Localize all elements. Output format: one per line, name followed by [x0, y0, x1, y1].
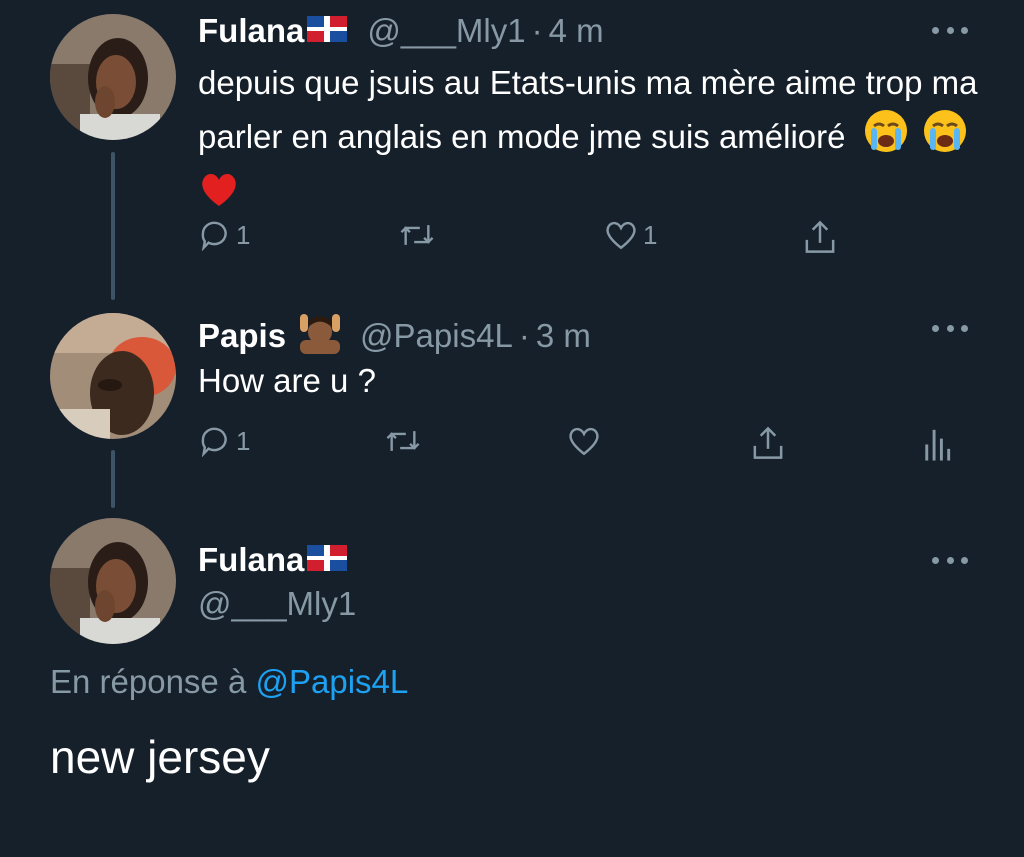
thread-line: [111, 152, 115, 300]
focused-tweet-text: new jersey: [50, 731, 270, 783]
timestamp[interactable]: 3 m: [536, 317, 591, 355]
tweet-actions: 1 1: [198, 218, 858, 258]
reply-count: 1: [236, 219, 251, 250]
tweet-header: Fulana: [198, 541, 367, 579]
red-heart-icon: [198, 168, 240, 224]
handle[interactable]: @Papis4L: [360, 317, 513, 355]
display-name[interactable]: Papis: [198, 317, 286, 355]
share-button[interactable]: [750, 424, 786, 462]
retweet-icon: [386, 431, 420, 451]
heart-icon: [606, 221, 636, 250]
tweet-header: Papis @Papis4L · 3 m: [198, 310, 591, 362]
avatar[interactable]: [50, 518, 176, 644]
reply-button[interactable]: 1: [198, 424, 250, 458]
reply-target-link[interactable]: @Papis4L: [255, 663, 408, 700]
reply-icon: [201, 221, 227, 252]
reply-context: En réponse à @Papis4L: [50, 663, 409, 700]
avatar[interactable]: [50, 14, 176, 140]
crying-face-icon: [863, 108, 909, 168]
share-icon: [753, 426, 783, 459]
analytics-button[interactable]: [922, 424, 952, 462]
analytics-icon: [925, 429, 951, 461]
retweet-icon: [400, 225, 434, 245]
display-name[interactable]: Fulana: [198, 541, 304, 579]
tweet-text: depuis que jsuis au Etats-unis ma mère a…: [198, 58, 978, 224]
tweet-header: Fulana @___Mly1 · 4 m: [198, 12, 604, 50]
more-icon[interactable]: [932, 555, 968, 565]
like-count: 1: [643, 219, 658, 250]
avatar[interactable]: [50, 313, 176, 439]
reply-icon: [201, 427, 227, 458]
handle-row: @___Mly1: [198, 585, 356, 623]
thread-line: [111, 450, 115, 508]
reply-button[interactable]: 1: [198, 218, 250, 252]
crying-face-icon: [922, 108, 968, 168]
retweet-button[interactable]: [384, 424, 422, 458]
share-button[interactable]: [802, 218, 838, 256]
dominican-flag-icon: [307, 12, 348, 50]
share-icon: [805, 220, 835, 253]
like-button[interactable]: [566, 424, 602, 458]
retweet-button[interactable]: [398, 218, 436, 252]
reply-count: 1: [236, 425, 251, 456]
heart-icon: [569, 427, 599, 456]
person-getting-massage-icon: [298, 310, 342, 362]
display-name[interactable]: Fulana: [198, 12, 304, 50]
handle[interactable]: @___Mly1: [367, 12, 525, 50]
timestamp[interactable]: 4 m: [549, 12, 604, 50]
more-icon[interactable]: [932, 25, 968, 35]
like-button[interactable]: 1: [603, 218, 657, 252]
more-icon[interactable]: [932, 323, 968, 333]
tweet-actions: 1: [198, 424, 958, 464]
handle[interactable]: @___Mly1: [198, 585, 356, 623]
dominican-flag-icon: [307, 541, 348, 579]
tweet-text: How are u ?: [198, 362, 376, 399]
